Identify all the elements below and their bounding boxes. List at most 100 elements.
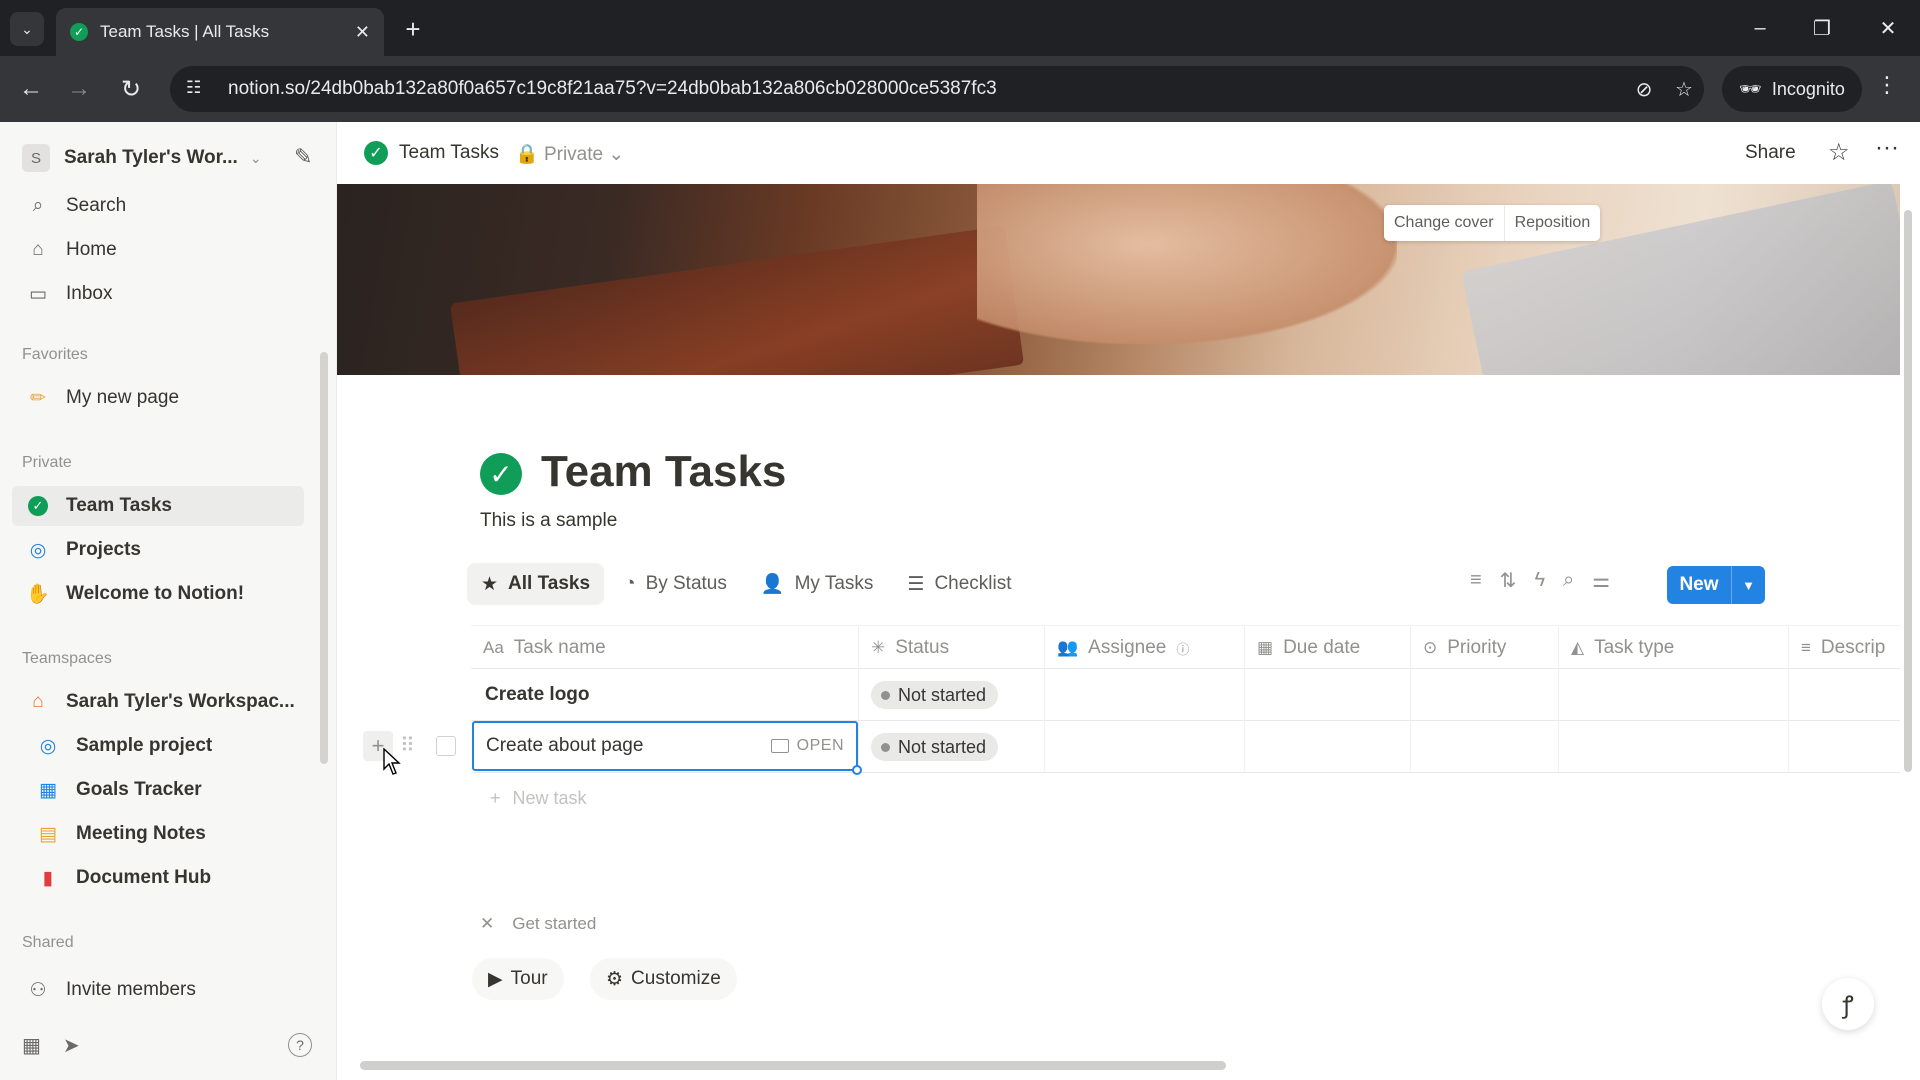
browser-menu-icon[interactable]: ⋮ [1876,72,1898,98]
site-settings-icon[interactable]: ☷ [186,78,208,100]
window-close-button[interactable]: ✕ [1864,10,1912,46]
eye-off-icon[interactable]: ⊘ [1624,77,1664,102]
status-cell[interactable]: Not started [859,721,1045,773]
sidebar-item-my-new-page[interactable]: ✏ My new page [12,378,304,418]
sidebar-item-home[interactable]: ⌂ Home [12,230,304,270]
new-page-icon[interactable]: ✎ [294,144,322,172]
due-date-cell[interactable] [1245,669,1411,721]
customize-button[interactable]: ⚙ Customize [590,958,737,1000]
notion-ai-help-button[interactable]: ꝭ [1822,978,1874,1030]
row-select-checkbox[interactable] [436,736,456,756]
favorites-header[interactable]: Favorites [22,346,88,364]
tour-label: Tour [510,968,548,989]
tab-my-tasks[interactable]: 👤 My Tasks [747,563,888,605]
priority-cell[interactable] [1411,669,1559,721]
column-task-name[interactable]: Aa Task name [471,626,859,670]
drag-handle-icon[interactable]: ⠿ [400,733,415,758]
new-task-row[interactable]: + New task [490,788,587,809]
sidebar-item-workspace-home[interactable]: ⌂ Sarah Tyler's Workspac... [12,682,304,722]
column-task-type[interactable]: ◭ Task type [1559,626,1789,670]
sidebar-item-projects[interactable]: ◎ Projects [12,530,304,570]
address-bar[interactable]: ☷ notion.so/24db0bab132a80f0a657c19c8f21… [170,66,1704,112]
sidebar-item-meeting-notes[interactable]: ▤ Meeting Notes [12,814,304,854]
table-row[interactable]: Create logo Not started [471,669,1900,721]
change-cover-button[interactable]: Change cover [1384,205,1504,241]
help-icon[interactable]: ? [288,1033,312,1057]
send-icon[interactable]: ➤ [63,1033,80,1058]
chevron-down-icon[interactable]: ▼ [1731,566,1765,604]
sidebar-item-label: Sample project [76,735,213,756]
sidebar-item-goals-tracker[interactable]: ▦ Goals Tracker [12,770,304,810]
page-description[interactable]: This is a sample [480,510,617,532]
description-cell[interactable] [1789,669,1900,721]
status-cell[interactable]: Not started [859,669,1045,721]
task-name-input[interactable]: Create about page [486,735,771,757]
tab-all-tasks[interactable]: ★ All Tasks [467,563,605,605]
page-title[interactable]: Team Tasks [541,447,786,497]
task-name-editor[interactable]: Create about page OPEN [472,721,862,775]
info-icon[interactable]: ⓘ [1176,639,1189,658]
search-icon[interactable]: ⌕ [1563,569,1574,592]
browser-tab-active[interactable]: ✓ Team Tasks | All Tasks ✕ [56,8,384,56]
column-status[interactable]: ✳ Status [859,626,1045,670]
sidebar-item-sample-project[interactable]: ◎ Sample project [12,726,304,766]
more-options-icon[interactable]: ··· [1875,134,1899,162]
cell-resize-handle[interactable] [852,765,862,775]
task-name-cell[interactable]: Create logo [471,669,859,721]
privacy-menu[interactable]: 🔒 Private ⌄ [515,142,624,166]
bookmark-star-icon[interactable]: ☆ [1664,77,1704,102]
teamspaces-header[interactable]: Teamspaces [22,650,112,668]
tab-close-icon[interactable]: ✕ [355,22,370,43]
sidebar-item-document-hub[interactable]: ▮ Document Hub [12,858,304,898]
workspace-switcher[interactable]: S Sarah Tyler's Wor... ⌄ ✎ [22,140,322,176]
sidebar-item-search[interactable]: ⌕ Search [12,186,304,226]
favorite-star-icon[interactable]: ☆ [1828,138,1850,167]
page-check-icon[interactable]: ✓ [480,453,522,495]
task-type-cell[interactable] [1559,721,1789,773]
vertical-scrollbar[interactable] [1904,210,1912,772]
sort-icon[interactable]: ⇅ [1500,568,1517,593]
due-date-cell[interactable] [1245,721,1411,773]
minimize-button[interactable]: – [1736,10,1784,46]
back-arrow-icon[interactable]: ← [12,70,50,108]
restore-button[interactable]: ❐ [1798,10,1846,46]
priority-cell[interactable] [1411,721,1559,773]
sidebar-item-inbox[interactable]: ▭ Inbox [12,274,304,314]
sidebar-item-team-tasks[interactable]: ✓ Team Tasks [12,486,304,526]
share-button[interactable]: Share [1745,142,1796,164]
cover-arm-shape [977,184,1397,344]
assignee-cell[interactable] [1045,721,1245,773]
automation-icon[interactable]: ϟ [1534,569,1545,592]
new-button[interactable]: New ▼ [1667,566,1765,604]
status-label: Not started [898,736,987,757]
column-assignee[interactable]: 👥 Assignee ⓘ [1045,626,1245,670]
tab-checklist[interactable]: ☰ Checklist [893,563,1025,605]
assignee-cell[interactable] [1045,669,1245,721]
new-tab-button[interactable]: + [396,12,430,46]
column-due-date[interactable]: ▦ Due date [1245,626,1411,670]
calendar-app-icon[interactable]: ▦ [22,1033,41,1058]
reposition-button[interactable]: Reposition [1503,205,1601,241]
task-type-cell[interactable] [1559,669,1789,721]
sidebar-item-welcome[interactable]: ✋ Welcome to Notion! [12,574,304,614]
tab-search-button[interactable]: ⌄ [10,12,44,46]
sidebar-item-invite-members[interactable]: ⚇ Invite members [12,970,304,1010]
target-icon: ◎ [29,539,47,561]
description-cell[interactable] [1789,721,1900,773]
sidebar-scrollbar[interactable] [320,352,328,764]
column-priority[interactable]: ⊙ Priority [1411,626,1559,670]
breadcrumb-page-title[interactable]: Team Tasks [399,142,499,164]
horizontal-scrollbar[interactable] [360,1061,1226,1070]
settings-sliders-icon[interactable]: ⚌ [1592,568,1610,593]
tab-by-status[interactable]: ◔ By Status [610,563,741,605]
dismiss-icon[interactable]: ✕ [480,914,494,934]
tour-button[interactable]: ▶ Tour [472,958,564,1000]
forward-arrow-icon[interactable]: → [60,70,98,108]
private-header[interactable]: Private [22,454,72,472]
column-description[interactable]: ≡ Descrip [1789,626,1900,670]
incognito-badge[interactable]: 🕶 Incognito [1722,66,1862,112]
reload-icon[interactable]: ↻ [112,70,150,108]
filter-icon[interactable]: ≡ [1470,569,1482,592]
shared-header[interactable]: Shared [22,934,74,952]
open-row-button[interactable]: OPEN [770,737,844,755]
